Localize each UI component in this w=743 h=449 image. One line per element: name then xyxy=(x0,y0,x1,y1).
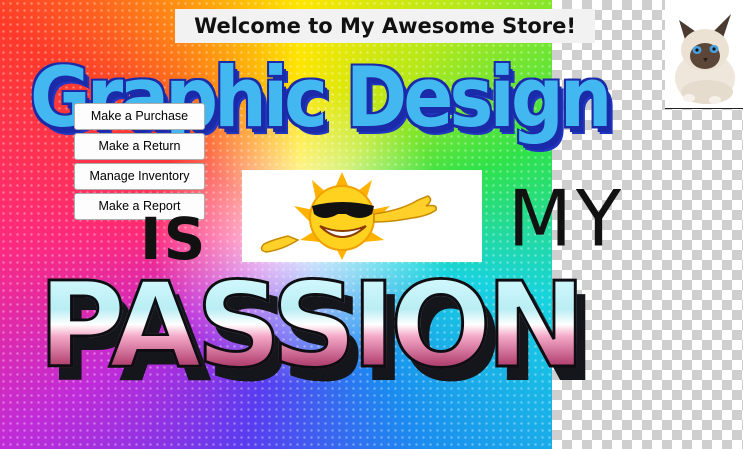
store-title-label: Welcome to My Awesome Store! xyxy=(175,9,595,43)
make-purchase-button[interactable]: Make a Purchase xyxy=(74,103,205,130)
my-wordart: MY xyxy=(508,173,626,265)
sun-image xyxy=(242,170,482,262)
cat-photo xyxy=(665,0,743,109)
passion-wordart: PASSION xyxy=(37,266,718,387)
manage-inventory-button[interactable]: Manage Inventory xyxy=(74,163,205,190)
cat-icon xyxy=(665,0,743,108)
sunglasses-sun-icon xyxy=(260,172,438,260)
make-return-button[interactable]: Make a Return xyxy=(74,133,205,160)
